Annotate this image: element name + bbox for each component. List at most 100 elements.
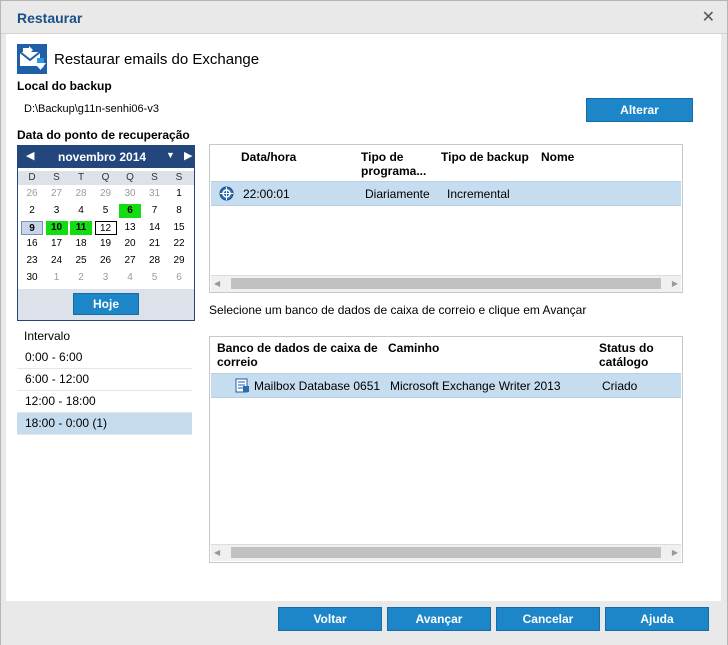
col-header-catalog-status[interactable]: Status do catálogo xyxy=(599,341,669,369)
backup-grid: Data/hora Tipo de programa... Tipo de ba… xyxy=(209,144,683,293)
col-header-mailbox-db[interactable]: Banco de dados de caixa de correio xyxy=(217,341,385,369)
scroll-thumb[interactable] xyxy=(231,278,661,289)
calendar-day[interactable]: 27 xyxy=(46,187,68,201)
calendar-day[interactable]: 22 xyxy=(168,237,190,251)
month-dropdown-icon[interactable]: ▼ xyxy=(166,150,175,160)
calendar-day[interactable]: 16 xyxy=(21,237,43,251)
calendar-day[interactable]: 27 xyxy=(119,254,141,268)
calendar-day[interactable]: 4 xyxy=(70,204,92,218)
calendar-day[interactable]: 12 xyxy=(94,220,117,235)
calendar-day[interactable]: 7 xyxy=(144,204,166,218)
col-header-schedule-type[interactable]: Tipo de programa... xyxy=(361,150,439,178)
table-row[interactable]: Mailbox Database 0651 Microsoft Exchange… xyxy=(211,373,681,398)
calendar-day[interactable]: 15 xyxy=(168,221,190,235)
calendar-header: ◀ novembro 2014 ▼ ▶ xyxy=(18,146,194,168)
calendar-day[interactable]: 5 xyxy=(95,204,117,218)
title-bar[interactable]: Restaurar ✕ xyxy=(1,1,727,34)
calendar-day[interactable]: 10 xyxy=(45,220,68,235)
calendar-day[interactable]: 3 xyxy=(95,271,117,285)
calendar-day[interactable]: 11 xyxy=(70,220,92,235)
weekday-label: S xyxy=(53,172,60,183)
calendar-day[interactable]: 9 xyxy=(21,220,43,235)
cancel-button[interactable]: Cancelar xyxy=(496,607,600,631)
today-button[interactable]: Hoje xyxy=(73,293,139,315)
calendar-month: novembro 2014 xyxy=(58,150,147,164)
calendar-day[interactable]: 25 xyxy=(70,254,92,268)
calendar-day[interactable]: 8 xyxy=(168,204,190,218)
calendar-day[interactable]: 30 xyxy=(119,187,141,201)
row-path: Microsoft Exchange Writer 2013 xyxy=(390,379,561,393)
calendar-weekdays: DSTQQSS xyxy=(18,171,194,185)
calendar-day[interactable]: 4 xyxy=(119,271,141,285)
row-type: Incremental xyxy=(447,187,510,201)
restore-dialog: Restaurar ✕ Restaurar emails do Exchange… xyxy=(0,0,728,645)
dialog-content: Restaurar emails do Exchange Local do ba… xyxy=(6,34,721,601)
calendar-day[interactable]: 13 xyxy=(119,221,141,235)
backup-location-label: Local do backup xyxy=(17,79,112,93)
row-mailbox-db: Mailbox Database 0651 xyxy=(254,379,381,393)
calendar-day[interactable]: 26 xyxy=(95,254,117,268)
weekday-label: Q xyxy=(126,172,134,183)
calendar-day[interactable]: 19 xyxy=(95,237,117,251)
col-header-path[interactable]: Caminho xyxy=(388,341,439,355)
calendar-day[interactable]: 17 xyxy=(46,237,68,251)
weekday-label: S xyxy=(151,172,158,183)
horizontal-scrollbar[interactable]: ◀ ▶ xyxy=(211,544,681,561)
calendar-day[interactable]: 23 xyxy=(21,254,43,268)
next-button[interactable]: Avançar xyxy=(387,607,491,631)
change-button[interactable]: Alterar xyxy=(586,98,693,122)
prev-month-icon[interactable]: ◀ xyxy=(26,149,34,162)
calendar-day[interactable]: 29 xyxy=(95,187,117,201)
weekday-label: Q xyxy=(101,172,110,183)
scroll-left-icon[interactable]: ◀ xyxy=(214,548,220,557)
col-header-name[interactable]: Nome xyxy=(541,150,574,164)
calendar-day[interactable]: 1 xyxy=(46,271,68,285)
recovery-point-label: Data do ponto de recuperação xyxy=(17,128,190,142)
next-month-icon[interactable]: ▶ xyxy=(184,149,192,162)
calendar-day[interactable]: 28 xyxy=(144,254,166,268)
interval-item[interactable]: 6:00 - 12:00 xyxy=(17,369,192,391)
calendar-day[interactable]: 31 xyxy=(144,187,166,201)
dialog-title: Restaurar xyxy=(17,10,83,26)
scroll-right-icon[interactable]: ▶ xyxy=(672,548,678,557)
scroll-left-icon[interactable]: ◀ xyxy=(214,279,220,288)
calendar-day[interactable]: 14 xyxy=(144,221,166,235)
calendar-day[interactable]: 18 xyxy=(70,237,92,251)
row-status: Criado xyxy=(602,379,638,393)
interval-item[interactable]: 12:00 - 18:00 xyxy=(17,391,192,413)
col-header-datetime[interactable]: Data/hora xyxy=(241,150,296,164)
calendar-day[interactable]: 28 xyxy=(70,187,92,201)
calendar-day[interactable]: 24 xyxy=(46,254,68,268)
calendar: ◀ novembro 2014 ▼ ▶ DSTQQSS 26 27 28 29 30 31… xyxy=(17,145,195,321)
scroll-right-icon[interactable]: ▶ xyxy=(672,279,678,288)
help-button[interactable]: Ajuda xyxy=(605,607,709,631)
table-row[interactable]: 22:00:01 Diariamente Incremental xyxy=(211,181,681,206)
footer: Voltar Avançar Cancelar Ajuda xyxy=(1,601,727,645)
close-icon[interactable]: ✕ xyxy=(702,7,715,27)
scroll-thumb[interactable] xyxy=(231,547,661,558)
row-schedule: Diariamente xyxy=(365,187,430,201)
horizontal-scrollbar[interactable]: ◀ ▶ xyxy=(211,275,681,292)
calendar-day[interactable]: 2 xyxy=(70,271,92,285)
row-time: 22:00:01 xyxy=(243,187,290,201)
interval-item[interactable]: 0:00 - 6:00 xyxy=(17,347,192,369)
back-button[interactable]: Voltar xyxy=(278,607,382,631)
calendar-day[interactable]: 5 xyxy=(144,271,166,285)
col-header-backup-type[interactable]: Tipo de backup xyxy=(441,150,529,164)
interval-item-selected[interactable]: 18:00 - 0:00 (1) xyxy=(17,413,192,435)
calendar-day[interactable]: 6 xyxy=(168,271,190,285)
interval-label: Intervalo xyxy=(24,329,71,343)
page-title: Restaurar emails do Exchange xyxy=(54,51,260,68)
calendar-day[interactable]: 29 xyxy=(168,254,190,268)
calendar-day[interactable]: 21 xyxy=(144,237,166,251)
calendar-day[interactable]: 26 xyxy=(21,187,43,201)
weekday-label: D xyxy=(28,172,36,183)
weekday-label: T xyxy=(77,172,85,183)
calendar-day[interactable]: 2 xyxy=(21,204,43,218)
calendar-day[interactable]: 1 xyxy=(168,187,190,201)
calendar-day[interactable]: 6 xyxy=(119,203,141,218)
interval-list: 0:00 - 6:00 6:00 - 12:00 12:00 - 18:00 1… xyxy=(17,347,192,435)
calendar-day[interactable]: 3 xyxy=(46,204,68,218)
calendar-day[interactable]: 30 xyxy=(21,271,43,285)
calendar-day[interactable]: 20 xyxy=(119,237,141,251)
